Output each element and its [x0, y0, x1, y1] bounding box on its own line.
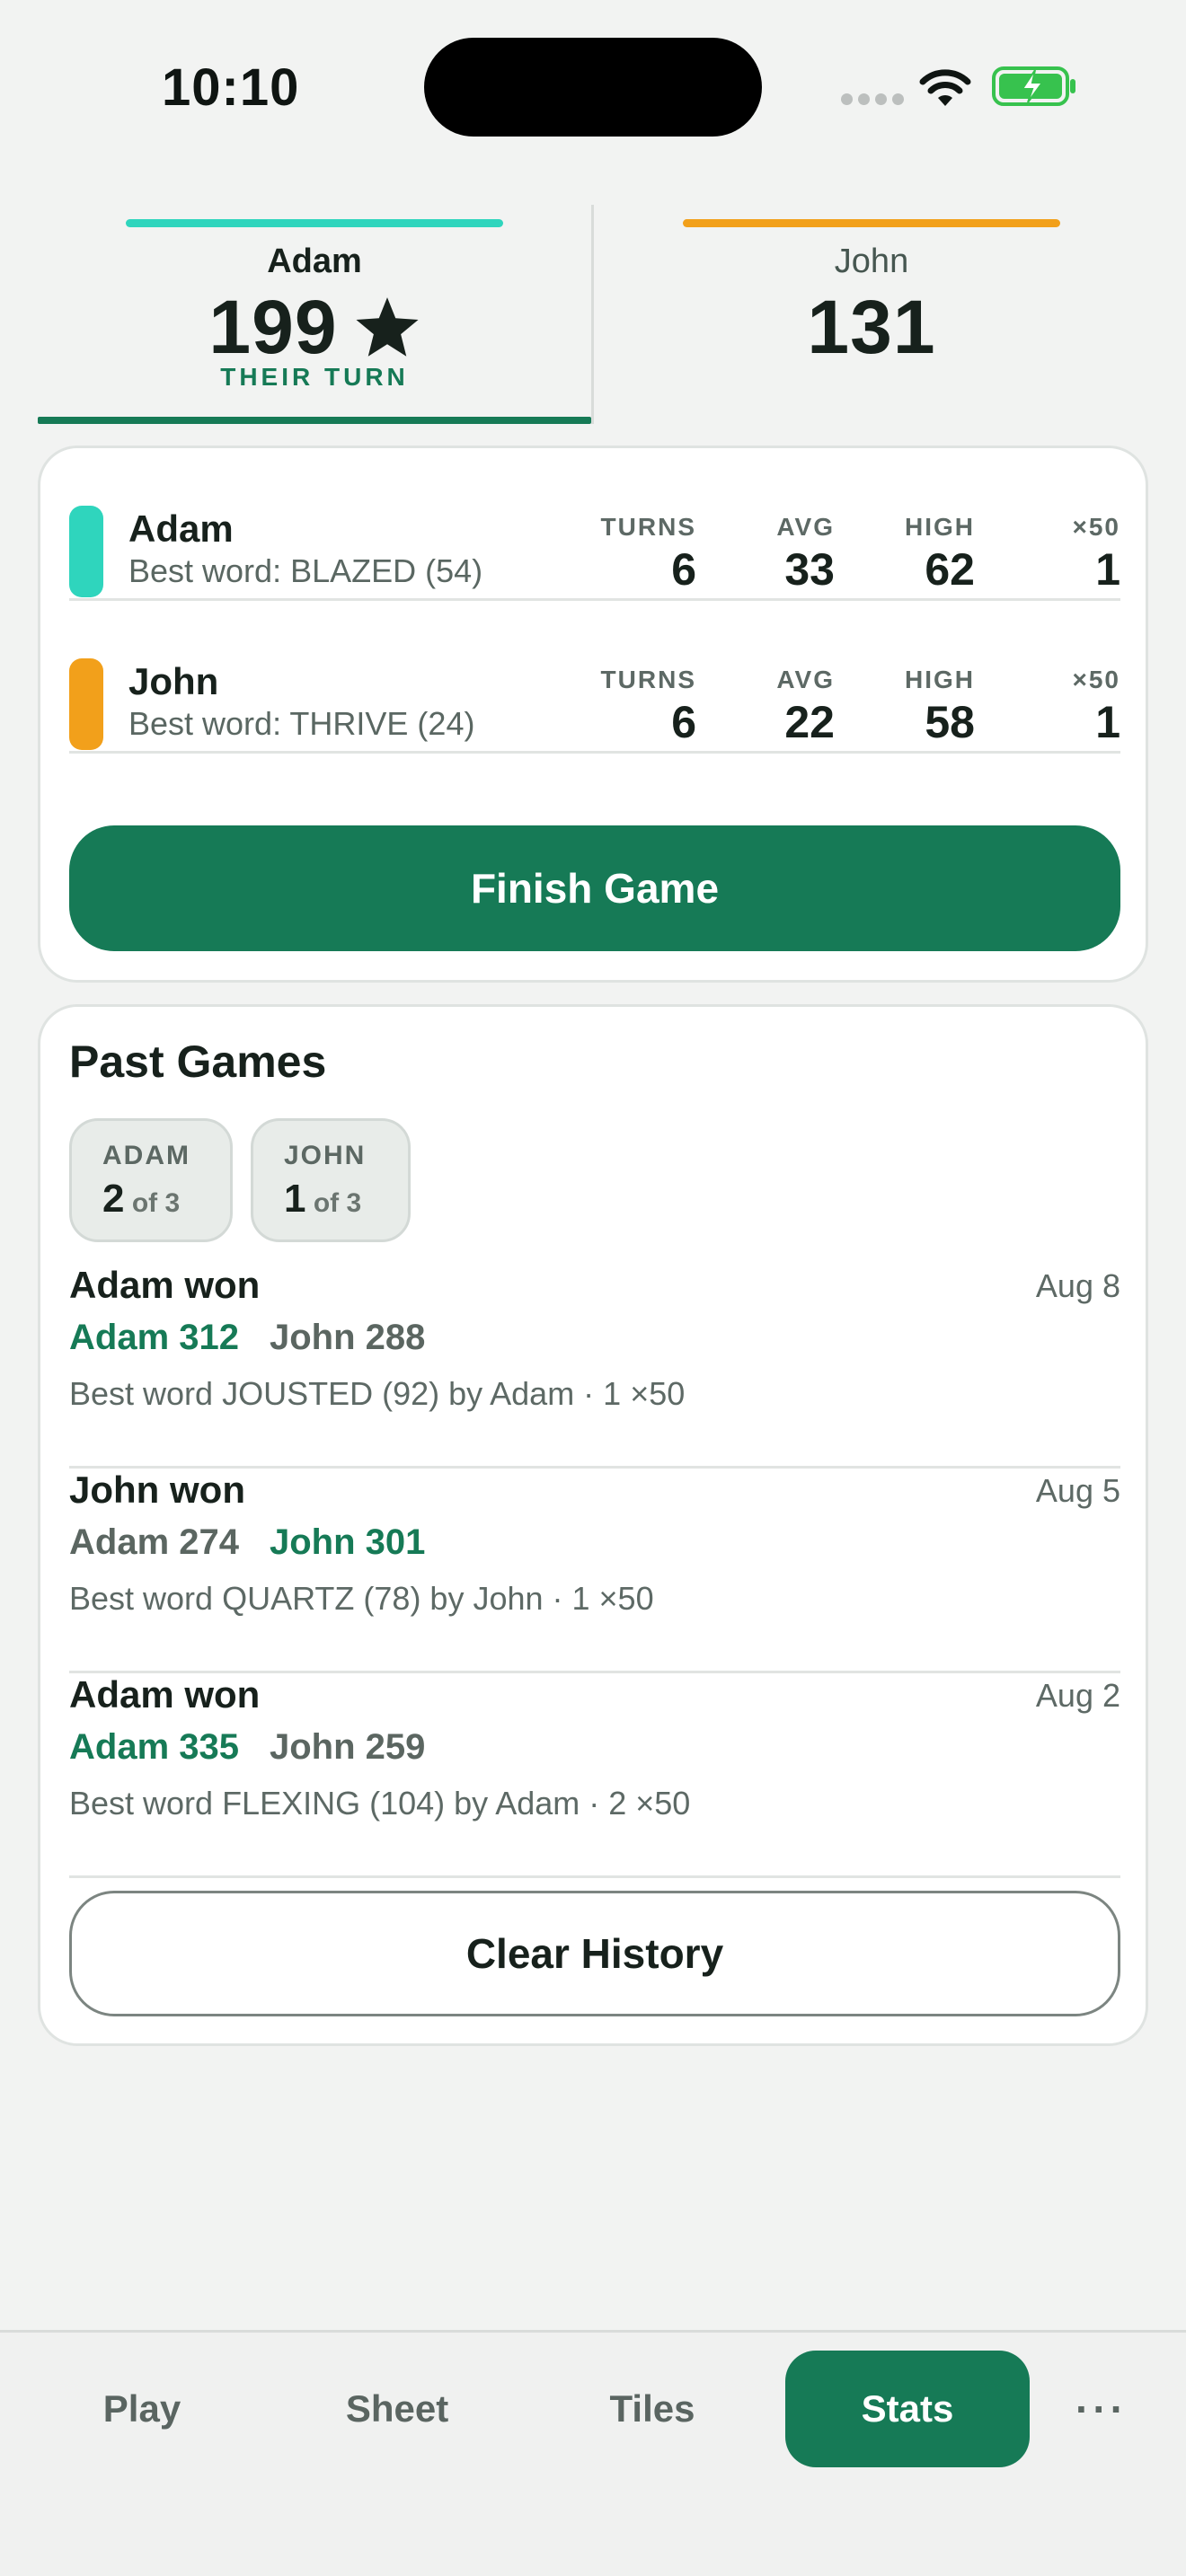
player-score-value: 131: [807, 285, 936, 369]
stat-player-name: Adam: [128, 507, 234, 550]
stat-avg: AVG 22: [776, 666, 835, 748]
stat-value: 33: [784, 544, 835, 595]
stat-turns: TURNS 6: [601, 513, 696, 595]
stat-label: AVG: [776, 513, 835, 541]
stat-best-word: Best word: THRIVE (24): [128, 705, 475, 742]
finish-game-button[interactable]: Finish Game: [69, 825, 1120, 951]
stat-row-adam: Adam Best word: BLAZED (54) TURNS 6 AVG …: [69, 448, 1120, 601]
score-header: Adam 199 THEIR TURN John 131: [38, 205, 1148, 424]
record-of: of 3: [313, 1188, 362, 1218]
game-score-adam: Adam 274: [69, 1522, 239, 1562]
player-color-swatch: [69, 658, 103, 750]
player-name: Adam: [267, 243, 362, 280]
status-bar: 10:10: [0, 0, 1186, 171]
turn-indicator: THEIR TURN: [220, 363, 409, 391]
stat-best-word: Best word: BLAZED (54): [128, 552, 483, 589]
game-date: Aug 8: [1035, 1267, 1120, 1304]
section-title: Past Games: [69, 1037, 327, 1087]
game-scores: Adam 274 John 301: [69, 1522, 425, 1563]
stat-value: 62: [925, 544, 975, 595]
record-value: 1 of 3: [284, 1177, 377, 1222]
game-score-john: John 288: [269, 1318, 426, 1357]
stat-label: HIGH: [905, 513, 975, 541]
game-date: Aug 2: [1035, 1677, 1120, 1714]
game-score-john: John 259: [269, 1727, 426, 1767]
game-best-word: Best word QUARTZ (78) by John · 1 ×50: [69, 1580, 654, 1617]
stat-label: ×50: [1072, 666, 1120, 693]
game-best-word: Best word JOUSTED (92) by Adam · 1 ×50: [69, 1375, 686, 1412]
game-score-john: John 301: [269, 1522, 426, 1562]
stat-value: 6: [671, 544, 696, 595]
game-best-word: Best word FLEXING (104) by Adam · 2 ×50: [69, 1785, 691, 1822]
past-game-item[interactable]: Adam won Aug 2 Adam 335 John 259 Best wo…: [69, 1673, 1120, 1878]
stat-x50: ×50 1: [1073, 513, 1121, 595]
player-color-bar: [126, 219, 503, 227]
player-name: John: [834, 243, 909, 280]
dynamic-island: [424, 38, 762, 137]
record-of: of 3: [131, 1188, 181, 1218]
game-scores: Adam 312 John 288: [69, 1318, 425, 1358]
game-winner: Adam won: [69, 1264, 261, 1306]
tab-sheet[interactable]: Sheet: [307, 2351, 487, 2467]
stat-turns: TURNS 6: [601, 666, 696, 748]
stat-value: 1: [1095, 544, 1120, 595]
game-scores: Adam 335 John 259: [69, 1727, 425, 1768]
active-player-underline: [38, 417, 591, 424]
stat-x50: ×50 1: [1073, 666, 1121, 748]
stat-value: 1: [1095, 697, 1120, 747]
stat-high: HIGH 58: [905, 666, 975, 748]
game-score-adam: Adam 312: [69, 1318, 239, 1357]
past-games-card: Past Games ADAM 2 of 3 JOHN 1 of 3 Adam …: [38, 1004, 1148, 2046]
stat-label: TURNS: [600, 513, 696, 541]
record-player-name: ADAM: [102, 1141, 190, 1170]
stat-player-name: John: [128, 660, 219, 702]
player-score: 131: [595, 284, 1148, 371]
clear-history-button[interactable]: Clear History: [69, 1891, 1120, 2016]
stat-label: TURNS: [600, 666, 696, 693]
player-color-bar: [683, 219, 1060, 227]
stat-avg: AVG 33: [776, 513, 835, 595]
divider: [591, 205, 594, 424]
game-winner: John won: [69, 1469, 245, 1511]
player-score: 199: [38, 284, 591, 371]
bottom-tab-bar: Play Sheet Tiles Stats ···: [0, 2330, 1186, 2576]
stat-label: AVG: [776, 666, 835, 693]
stat-label: ×50: [1072, 513, 1120, 541]
stat-label: HIGH: [905, 666, 975, 693]
cellular-signal-icon: [841, 93, 904, 105]
current-game-stats-card: Adam Best word: BLAZED (54) TURNS 6 AVG …: [38, 446, 1148, 983]
record-chip-john: JOHN 1 of 3: [251, 1118, 411, 1242]
player-score-john[interactable]: John 131: [595, 205, 1148, 424]
stat-value: 22: [784, 697, 835, 747]
player-color-swatch: [69, 506, 103, 597]
game-date: Aug 5: [1035, 1472, 1120, 1509]
status-time: 10:10: [162, 58, 300, 117]
record-chip-adam: ADAM 2 of 3: [69, 1118, 233, 1242]
game-winner: Adam won: [69, 1673, 261, 1716]
tab-stats[interactable]: Stats: [785, 2351, 1030, 2467]
record-wins: 2: [102, 1177, 125, 1221]
tab-tiles[interactable]: Tiles: [562, 2351, 742, 2467]
game-score-adam: Adam 335: [69, 1727, 239, 1767]
past-game-item[interactable]: Adam won Aug 8 Adam 312 John 288 Best wo…: [69, 1264, 1120, 1469]
star-icon: [356, 296, 419, 357]
record-value: 2 of 3: [102, 1177, 199, 1222]
past-game-item[interactable]: John won Aug 5 Adam 274 John 301 Best wo…: [69, 1469, 1120, 1673]
wifi-icon: [919, 69, 971, 106]
player-score-adam[interactable]: Adam 199 THEIR TURN: [38, 205, 591, 424]
stat-value: 58: [925, 697, 975, 747]
record-player-name: JOHN: [284, 1141, 367, 1170]
more-icon[interactable]: ···: [1057, 2351, 1146, 2467]
stat-high: HIGH 62: [905, 513, 975, 595]
battery-charging-icon: [992, 66, 1075, 106]
tab-play[interactable]: Play: [52, 2351, 232, 2467]
stat-value: 6: [671, 697, 696, 747]
stat-row-john: John Best word: THRIVE (24) TURNS 6 AVG …: [69, 601, 1120, 754]
player-score-value: 199: [208, 285, 338, 369]
record-wins: 1: [284, 1177, 306, 1221]
